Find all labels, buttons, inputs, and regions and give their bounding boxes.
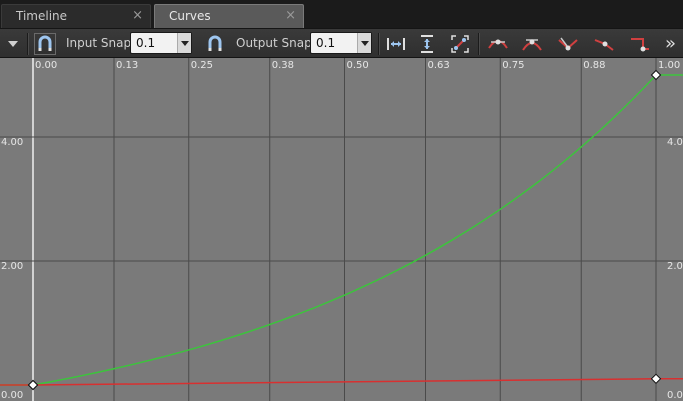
- input-snap-value: 0.1: [136, 36, 156, 50]
- fit-selection-icon: [451, 34, 469, 53]
- y-tick-label-left: 0.00: [1, 390, 23, 401]
- x-tick-label: 0.38: [272, 60, 294, 71]
- x-tick-label: 0.50: [347, 60, 369, 71]
- x-tick-label: 0.00: [35, 60, 57, 71]
- curve-key-diamond[interactable]: [650, 373, 662, 385]
- fit-horizontal-button[interactable]: [384, 29, 408, 58]
- curve-key-diamond[interactable]: [27, 379, 39, 391]
- output-snap-label: Output Snap: [236, 36, 312, 50]
- red-curve-line: [0, 378, 683, 386]
- x-tick-label: 0.88: [583, 60, 605, 71]
- options-dropdown-button[interactable]: [4, 29, 22, 58]
- output-snap-value: 0.1: [316, 36, 336, 50]
- auto-tangent-button[interactable]: [485, 29, 511, 58]
- y-tick-label-right: 4.00: [667, 137, 683, 148]
- fit-horizontal-icon: [387, 37, 405, 50]
- fit-vertical-button[interactable]: [415, 29, 439, 58]
- x-tick-label: 1.00: [658, 60, 680, 71]
- input-snap-toggle-button[interactable]: [33, 29, 57, 58]
- output-snap-magnet-icon: [208, 35, 222, 51]
- tab-bar: Timeline × Curves ×: [0, 0, 683, 28]
- curve-toolbar: Input Snap 0.1 Output Snap 0.1 »: [0, 28, 683, 58]
- x-tick-label: 0.75: [502, 60, 524, 71]
- curve-graph-canvas[interactable]: 0.00 0.13 0.25 0.38 0.50 0.63 0.75 0.88 1.00 0.00…: [0, 58, 683, 401]
- auto-tangent-icon: [488, 39, 508, 49]
- y-tick-label-right: 0.00: [667, 390, 683, 401]
- toolbar-separator: [378, 33, 380, 55]
- x-tick-label: 0.25: [191, 60, 213, 71]
- dropdown-arrow-icon: [8, 40, 18, 47]
- input-snap-label: Input Snap: [66, 36, 132, 50]
- tab-timeline-label: Timeline: [16, 9, 68, 23]
- input-snap-combo[interactable]: 0.1: [130, 32, 192, 54]
- y-tick-label-left: 2.00: [1, 261, 23, 272]
- tab-timeline-close-icon[interactable]: ×: [132, 5, 143, 27]
- x-tick-label: 0.63: [427, 60, 449, 71]
- break-tangent-button[interactable]: [555, 29, 581, 58]
- linear-interp-button[interactable]: [591, 29, 617, 58]
- x-tick-label: 0.13: [116, 60, 138, 71]
- linear-interp-icon: [594, 38, 614, 51]
- break-tangent-icon: [558, 37, 578, 50]
- fit-vertical-icon: [421, 34, 433, 53]
- toolbar-separator: [478, 33, 480, 55]
- tab-curves-label: Curves: [169, 9, 211, 23]
- green-curve-line: [0, 74, 683, 386]
- curve-graph[interactable]: 0.00 0.13 0.25 0.38 0.50 0.63 0.75 0.88 1.00 0.00…: [0, 58, 683, 401]
- tab-curves[interactable]: Curves ×: [154, 4, 304, 28]
- output-snap-chevron-down-icon[interactable]: [357, 33, 371, 53]
- output-snap-toggle-button[interactable]: [203, 29, 227, 58]
- user-tangent-icon: [522, 38, 542, 51]
- toolbar-overflow-button[interactable]: »: [665, 29, 676, 58]
- input-snap-chevron-down-icon[interactable]: [177, 33, 191, 53]
- tab-curves-close-icon[interactable]: ×: [285, 5, 296, 27]
- y-tick-label-left: 4.00: [1, 137, 23, 148]
- fit-selection-button[interactable]: [448, 29, 472, 58]
- tab-timeline[interactable]: Timeline ×: [1, 4, 151, 28]
- y-tick-label-right: 2.00: [667, 261, 683, 272]
- user-tangent-button[interactable]: [519, 29, 545, 58]
- output-snap-combo[interactable]: 0.1: [310, 32, 372, 54]
- snap-magnet-icon: [34, 32, 56, 55]
- constant-interp-icon: [631, 37, 649, 51]
- constant-interp-button[interactable]: [627, 29, 653, 58]
- toolbar-separator: [27, 33, 29, 55]
